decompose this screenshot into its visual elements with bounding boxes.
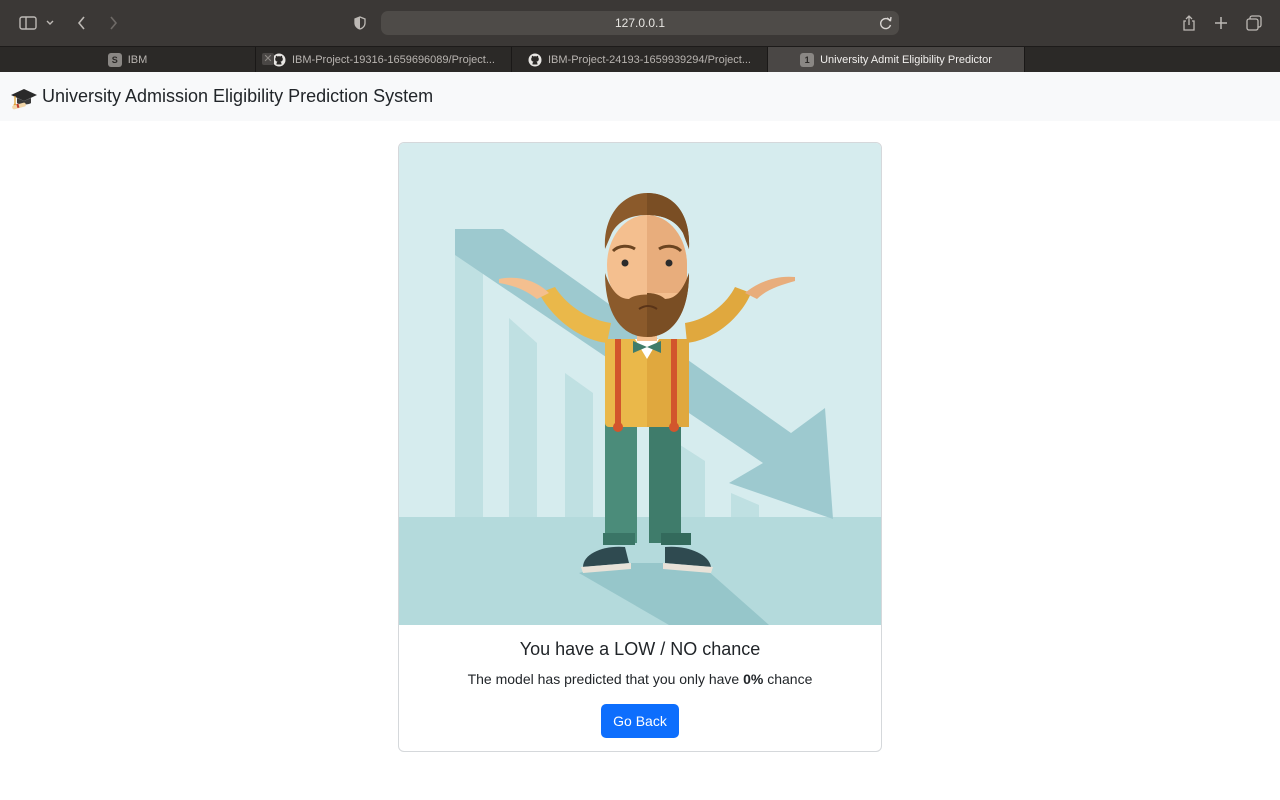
- site-navbar: University Admission Eligibility Predict…: [0, 72, 1280, 121]
- browser-toolbar: 127.0.0.1: [0, 0, 1280, 46]
- tab-github-project-19316[interactable]: ✕ IBM-Project-19316-1659696089/Project..…: [256, 47, 512, 72]
- tab-label: IBM-Project-19316-1659696089/Project...: [291, 53, 495, 66]
- tab-overview-icon[interactable]: [1244, 11, 1264, 35]
- tab-university-admit[interactable]: 1 University Admit Eligibility Predictor: [768, 47, 1025, 72]
- tab-label: IBM: [127, 53, 148, 66]
- url-text: 127.0.0.1: [614, 16, 666, 30]
- tab-github-project-24193[interactable]: IBM-Project-24193-1659939294/Project...: [512, 47, 768, 72]
- tab-favicon: S: [107, 52, 122, 67]
- brand-title[interactable]: University Admission Eligibility Predict…: [42, 86, 433, 107]
- github-icon: [528, 53, 542, 67]
- result-description: The model has predicted that you only ha…: [399, 671, 881, 687]
- result-text-before: The model has predicted that you only ha…: [467, 671, 744, 687]
- result-card: You have a LOW / NO chance The model has…: [398, 142, 882, 752]
- close-tab-icon[interactable]: ✕: [262, 53, 274, 65]
- chance-percent: 0%: [743, 671, 764, 687]
- back-icon[interactable]: [72, 11, 90, 35]
- tab-ibm[interactable]: S IBM: [0, 47, 256, 72]
- result-text-after: chance: [763, 671, 813, 687]
- chevron-down-icon[interactable]: [44, 11, 56, 35]
- reload-icon[interactable]: [879, 15, 895, 31]
- share-icon[interactable]: [1180, 11, 1198, 35]
- sidebar-toggle-icon[interactable]: [17, 11, 39, 35]
- tab-bar: S IBM ✕ IBM-Project-19316-1659696089/Pro…: [0, 46, 1280, 72]
- address-bar[interactable]: 127.0.0.1: [381, 11, 899, 35]
- disappointed-man-illustration: [399, 143, 881, 625]
- graduation-cap-icon[interactable]: [10, 83, 38, 111]
- privacy-shield-icon[interactable]: [351, 11, 369, 35]
- new-tab-icon[interactable]: [1212, 11, 1230, 35]
- result-title: You have a LOW / NO chance: [519, 639, 761, 659]
- tab-label: IBM-Project-24193-1659939294/Project...: [547, 53, 751, 66]
- go-back-button[interactable]: Go Back: [601, 704, 679, 738]
- tab-label: University Admit Eligibility Predictor: [820, 53, 992, 66]
- forward-icon[interactable]: [104, 11, 122, 35]
- tab-favicon: 1: [800, 52, 815, 67]
- github-icon: [272, 53, 286, 67]
